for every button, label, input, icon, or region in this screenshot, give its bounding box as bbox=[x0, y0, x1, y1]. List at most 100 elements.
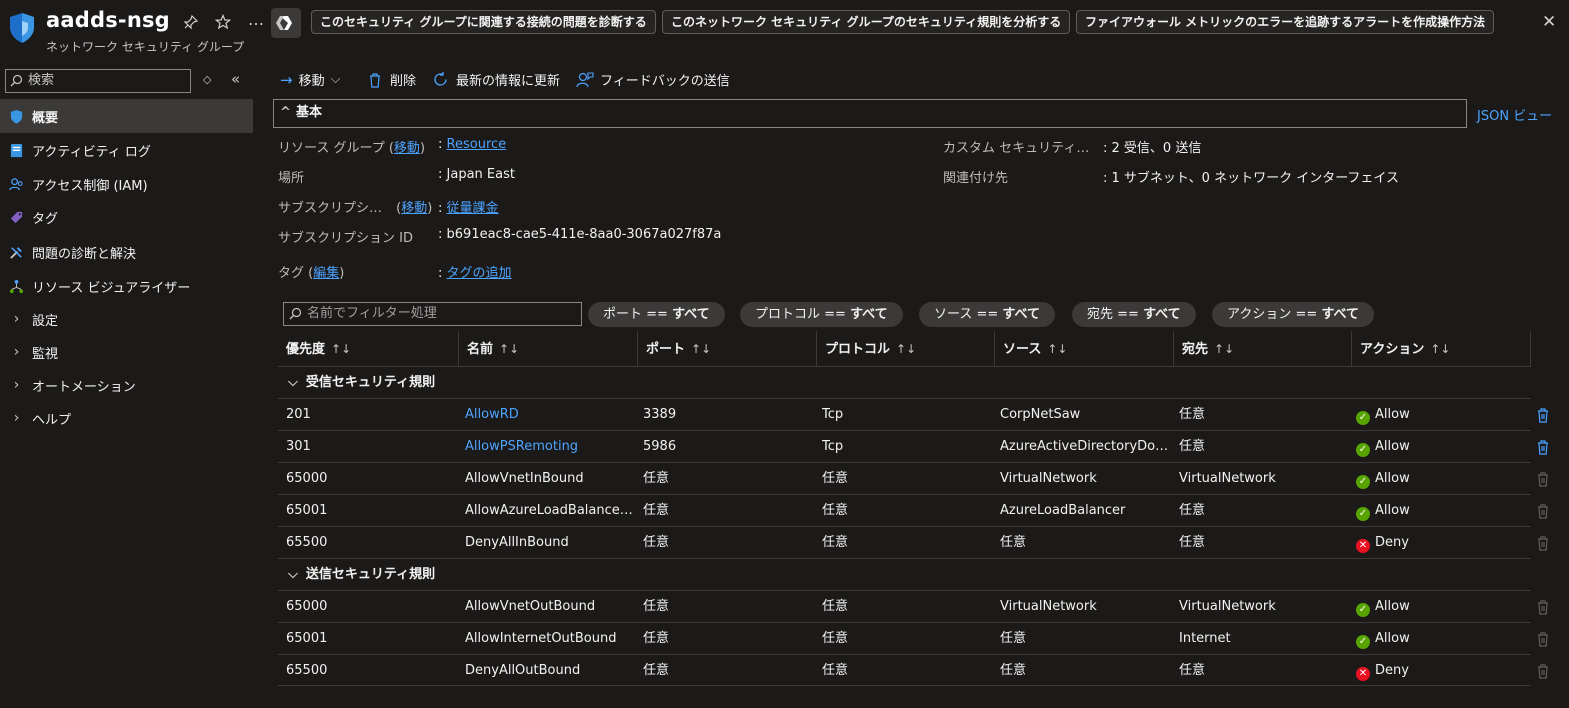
rule-name: AllowInternetOutBound bbox=[465, 631, 617, 646]
page-subtitle: ネットワーク セキュリティ グループ bbox=[46, 40, 245, 54]
analyze-rules-button[interactable]: このネットワーク セキュリティ グループのセキュリティ規則を分析する bbox=[662, 10, 1071, 34]
rule-name-link[interactable]: AllowPSRemoting bbox=[465, 431, 635, 463]
table-row[interactable]: 65000 AllowVnetInBound 任意 任意 VirtualNetw… bbox=[278, 462, 1548, 494]
resource-group-label: リソース グループ (移動) bbox=[278, 141, 426, 156]
chevron-right-icon: › bbox=[13, 410, 20, 426]
sidebar-item-label: タグ bbox=[32, 211, 59, 227]
delete-rule-icon[interactable] bbox=[1536, 407, 1550, 423]
sidebar-item-automation[interactable]: › オートメーション bbox=[0, 368, 253, 402]
expand-collapse-icon[interactable]: ◇ bbox=[203, 73, 211, 86]
location-label: 場所 bbox=[278, 171, 305, 186]
essentials-header[interactable]: ^ 基本 bbox=[273, 99, 1467, 128]
sort-icon: ↑↓ bbox=[499, 342, 520, 356]
sidebar-item-settings[interactable]: › 設定 bbox=[0, 302, 253, 336]
table-row[interactable]: 65001 AllowInternetOutBound 任意 任意 任意 Int… bbox=[278, 622, 1548, 654]
associated-value: 1 サブネット、0 ネットワーク インターフェイス bbox=[1111, 171, 1400, 186]
deny-x-icon: ✕ bbox=[1356, 667, 1370, 681]
sidebar-item-iam[interactable]: アクセス制御 (IAM) bbox=[0, 167, 253, 201]
allow-check-icon: ✓ bbox=[1356, 603, 1370, 617]
delete-rule-icon[interactable] bbox=[1536, 439, 1550, 455]
move-resource-group-link[interactable]: 移動 bbox=[394, 141, 420, 156]
create-alert-button[interactable]: ファイアウォール メトリックのエラーを追跡するアラートを作成操作方法 bbox=[1076, 10, 1495, 34]
sidebar-item-help[interactable]: › ヘルプ bbox=[0, 401, 253, 435]
sidebar-item-overview[interactable]: 概要 bbox=[0, 99, 253, 133]
subscription-link[interactable]: 従量課金 bbox=[447, 201, 499, 216]
table-row[interactable]: 201 AllowRD 3389 Tcp CorpNetSaw 任意 ✓ Allo… bbox=[278, 398, 1548, 431]
sort-icon: ↑↓ bbox=[691, 342, 712, 356]
delete-button[interactable]: 削除 bbox=[368, 70, 416, 89]
table-row[interactable]: 65001 AllowAzureLoadBalancer… 任意 任意 Azur… bbox=[278, 494, 1548, 526]
move-button[interactable]: → 移動 ⌵ bbox=[280, 70, 341, 90]
column-header-port[interactable]: ポート ↑↓ bbox=[638, 331, 817, 367]
rule-name: AllowVnetOutBound bbox=[465, 599, 596, 614]
sidebar-item-label: オートメーション bbox=[32, 379, 136, 395]
location-value: Japan East bbox=[446, 167, 515, 182]
sidebar-item-diagnose[interactable]: 問題の診断と解決 bbox=[0, 235, 253, 269]
sidebar-item-label: リソース ビジュアライザー bbox=[32, 280, 191, 296]
move-subscription-link[interactable]: 移動 bbox=[401, 201, 427, 216]
sidebar-search-input[interactable]: 検索 bbox=[5, 69, 191, 93]
edit-tags-link[interactable]: 編集 bbox=[313, 266, 339, 281]
sidebar-item-activity-log[interactable]: アクティビティ ログ bbox=[0, 133, 253, 167]
copilot-icon bbox=[276, 16, 292, 30]
table-row[interactable]: 65500 DenyAllInBound 任意 任意 任意 任意 ✕ Deny bbox=[278, 526, 1548, 558]
rule-name: AllowVnetInBound bbox=[465, 471, 584, 486]
refresh-button[interactable]: 最新の情報に更新 bbox=[432, 70, 560, 89]
copilot-button[interactable] bbox=[271, 8, 301, 38]
deny-x-icon: ✕ bbox=[1356, 539, 1370, 553]
pin-icon[interactable] bbox=[183, 14, 199, 30]
star-icon[interactable] bbox=[215, 14, 231, 30]
feedback-button[interactable]: フィードバックの送信 bbox=[576, 70, 730, 89]
shield-icon bbox=[10, 109, 23, 124]
visualizer-icon bbox=[9, 279, 24, 293]
source-filter-pill[interactable]: ソース == すべて bbox=[919, 302, 1055, 327]
outbound-group-header[interactable]: ⌵ 送信セキュリティ規則 bbox=[278, 558, 1531, 590]
associated-label: 関連付け先 bbox=[943, 171, 1009, 186]
protocol-filter-pill[interactable]: プロトコル == すべて bbox=[740, 302, 903, 327]
port-filter-pill[interactable]: ポート == すべて bbox=[588, 302, 725, 327]
name-filter-input[interactable]: 名前でフィルター処理 bbox=[283, 302, 582, 326]
allow-check-icon: ✓ bbox=[1356, 507, 1370, 521]
rule-name: AllowAzureLoadBalancer… bbox=[465, 503, 635, 518]
chevron-right-icon: › bbox=[13, 311, 20, 327]
inbound-group-header[interactable]: ⌵ 受信セキュリティ規則 bbox=[278, 366, 1531, 398]
more-options-icon[interactable]: … bbox=[248, 10, 264, 29]
sort-icon: ↑↓ bbox=[1430, 342, 1451, 356]
sidebar-item-monitoring[interactable]: › 監視 bbox=[0, 335, 253, 369]
sort-icon: ↑↓ bbox=[896, 342, 917, 356]
action-filter-pill[interactable]: アクション == すべて bbox=[1212, 302, 1374, 327]
collapse-sidebar-icon[interactable]: « bbox=[231, 70, 240, 88]
resource-group-link[interactable]: Resource bbox=[447, 137, 507, 152]
chevron-down-icon: ⌵ bbox=[330, 72, 341, 87]
subscription-label: サブスクリプシ… (移動) bbox=[278, 201, 433, 216]
search-placeholder: 検索 bbox=[28, 73, 55, 88]
column-header-destination[interactable]: 宛先 ↑↓ bbox=[1174, 331, 1352, 367]
sort-icon: ↑↓ bbox=[1047, 342, 1068, 356]
rule-name: DenyAllInBound bbox=[465, 535, 569, 550]
column-header-action[interactable]: アクション ↑↓ bbox=[1352, 331, 1531, 367]
move-label: 移動 bbox=[298, 74, 325, 89]
delete-label: 削除 bbox=[390, 74, 417, 89]
allow-check-icon: ✓ bbox=[1356, 635, 1370, 649]
table-row[interactable]: 65000 AllowVnetOutBound 任意 任意 VirtualNet… bbox=[278, 590, 1548, 622]
iam-icon bbox=[9, 177, 23, 190]
column-header-priority[interactable]: 優先度 ↑↓ bbox=[278, 331, 459, 367]
close-icon[interactable]: ✕ bbox=[1542, 12, 1556, 32]
chevron-right-icon: › bbox=[13, 377, 20, 393]
sidebar-item-tags[interactable]: タグ bbox=[0, 200, 253, 234]
chevron-down-icon: ⌵ bbox=[288, 567, 298, 582]
tag-icon bbox=[10, 211, 23, 223]
add-tags-link[interactable]: タグの追加 bbox=[447, 266, 512, 281]
table-row[interactable]: 301 AllowPSRemoting 5986 Tcp AzureActive… bbox=[278, 430, 1548, 463]
diagnose-connection-button[interactable]: このセキュリティ グループに関連する接続の問題を診断する bbox=[311, 10, 656, 34]
column-header-source[interactable]: ソース ↑↓ bbox=[995, 331, 1174, 367]
rule-name-link[interactable]: AllowRD bbox=[465, 399, 635, 431]
table-row[interactable]: 65500 DenyAllOutBound 任意 任意 任意 任意 ✕ Deny bbox=[278, 654, 1548, 686]
column-header-protocol[interactable]: プロトコル ↑↓ bbox=[817, 331, 995, 367]
allow-check-icon: ✓ bbox=[1356, 475, 1370, 489]
activity-log-icon bbox=[10, 143, 23, 157]
column-header-name[interactable]: 名前 ↑↓ bbox=[459, 331, 638, 367]
sidebar-item-visualizer[interactable]: リソース ビジュアライザー bbox=[0, 269, 253, 303]
json-view-link[interactable]: JSON ビュー bbox=[1477, 105, 1552, 124]
destination-filter-pill[interactable]: 宛先 == すべて bbox=[1072, 302, 1196, 327]
